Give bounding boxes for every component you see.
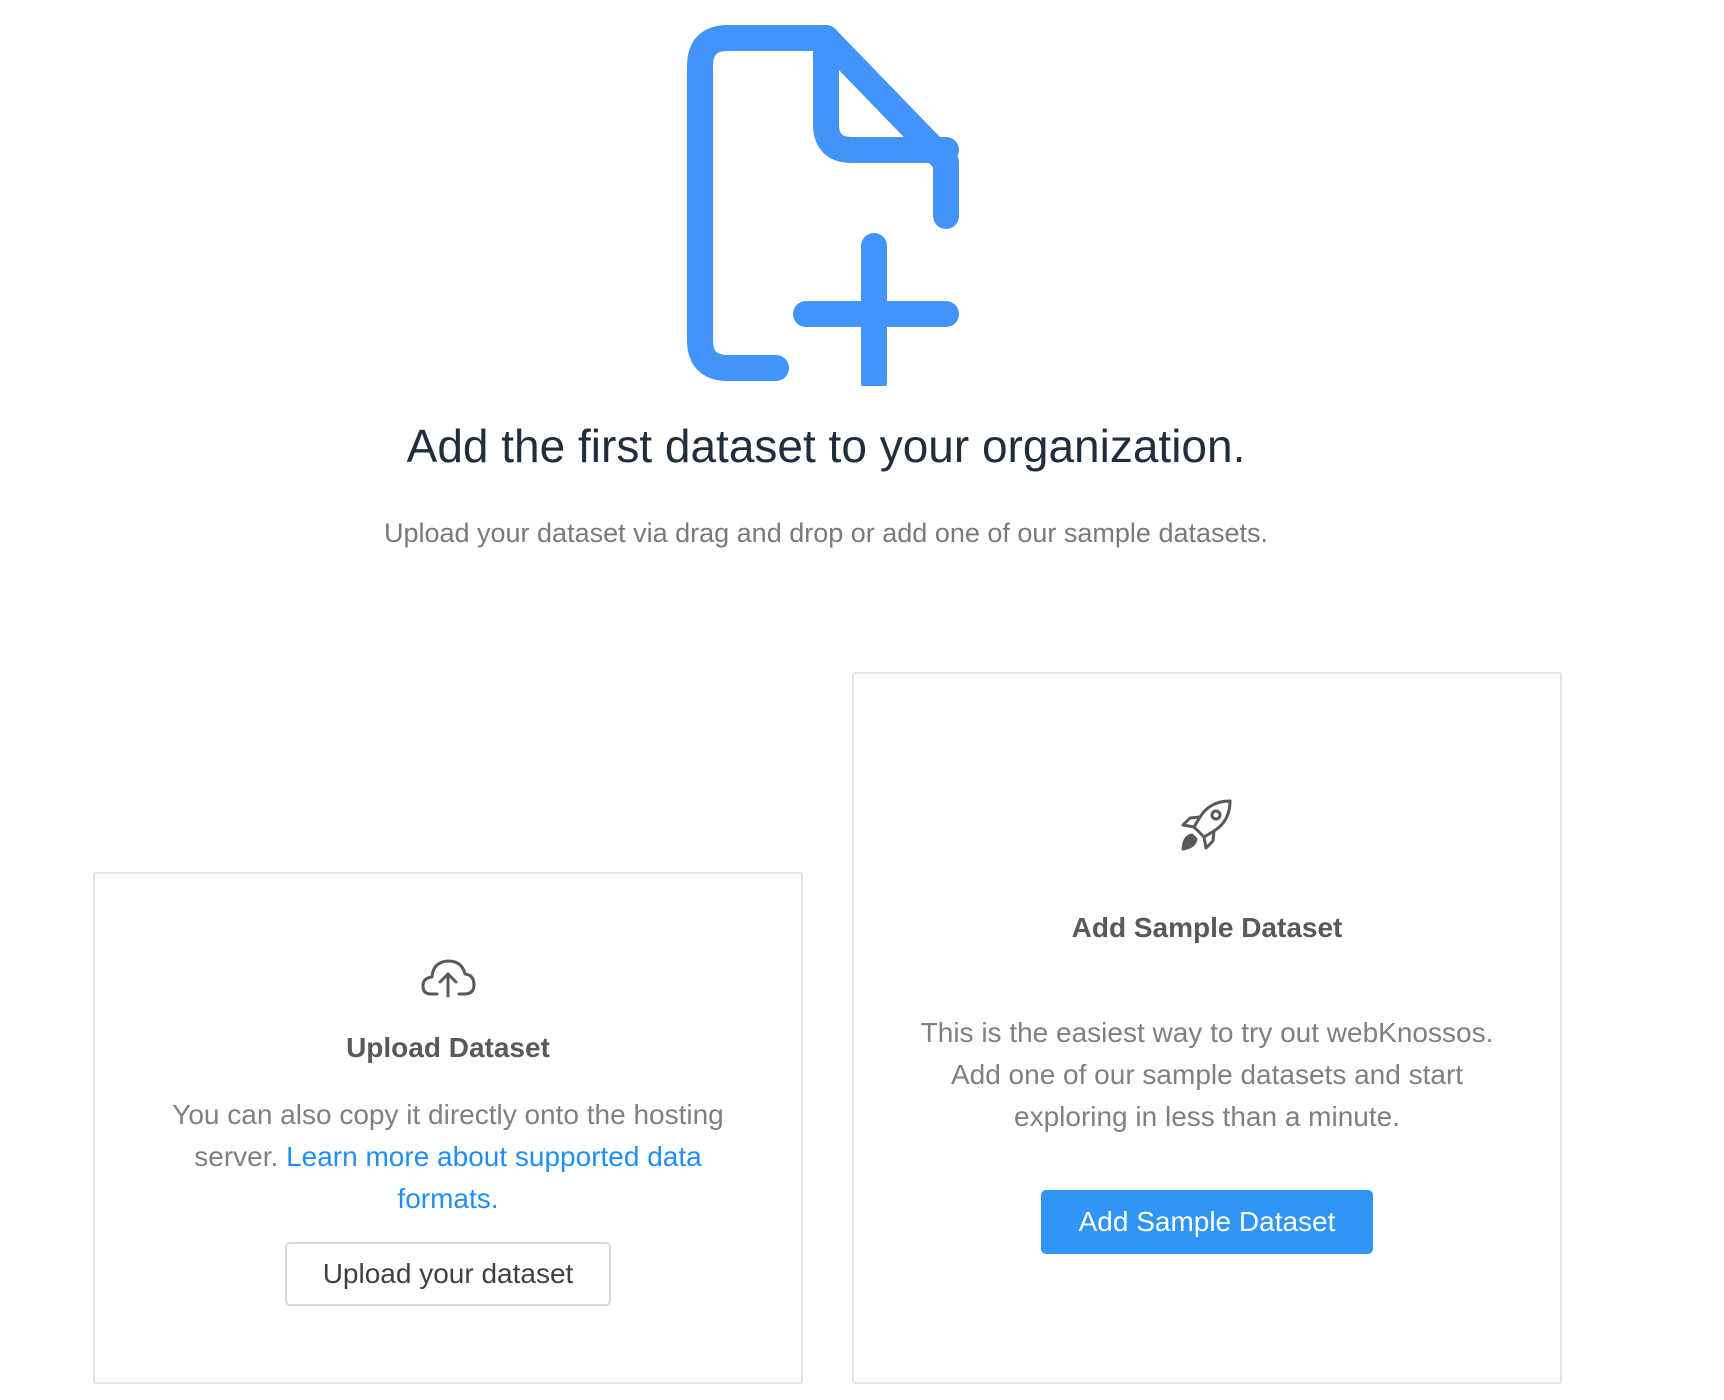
supported-formats-link[interactable]: Learn more about supported data formats. [286, 1141, 702, 1214]
empty-datasets-page: Add the first dataset to your organizati… [0, 0, 1724, 1400]
page-title: Add the first dataset to your organizati… [406, 420, 1246, 472]
cloud-upload-icon [421, 959, 476, 998]
add-sample-dataset-card: Add Sample Dataset This is the easiest w… [852, 672, 1562, 1384]
upload-card-title: Upload Dataset [346, 1032, 550, 1063]
add-sample-dataset-button[interactable]: Add Sample Dataset [1041, 1190, 1373, 1254]
sample-card-description: This is the easiest way to try out webKn… [920, 1017, 1494, 1132]
upload-dataset-card: Upload Dataset You can also copy it dire… [93, 872, 803, 1384]
rocket-icon [1181, 799, 1232, 851]
upload-card-description: You can also copy it directly onto the h… [145, 1094, 751, 1220]
upload-dataset-button[interactable]: Upload your dataset [285, 1242, 611, 1306]
file-add-icon [687, 25, 959, 386]
page-subtitle: Upload your dataset via drag and drop or… [383, 518, 1269, 548]
sample-card-title: Add Sample Dataset [1071, 912, 1343, 943]
